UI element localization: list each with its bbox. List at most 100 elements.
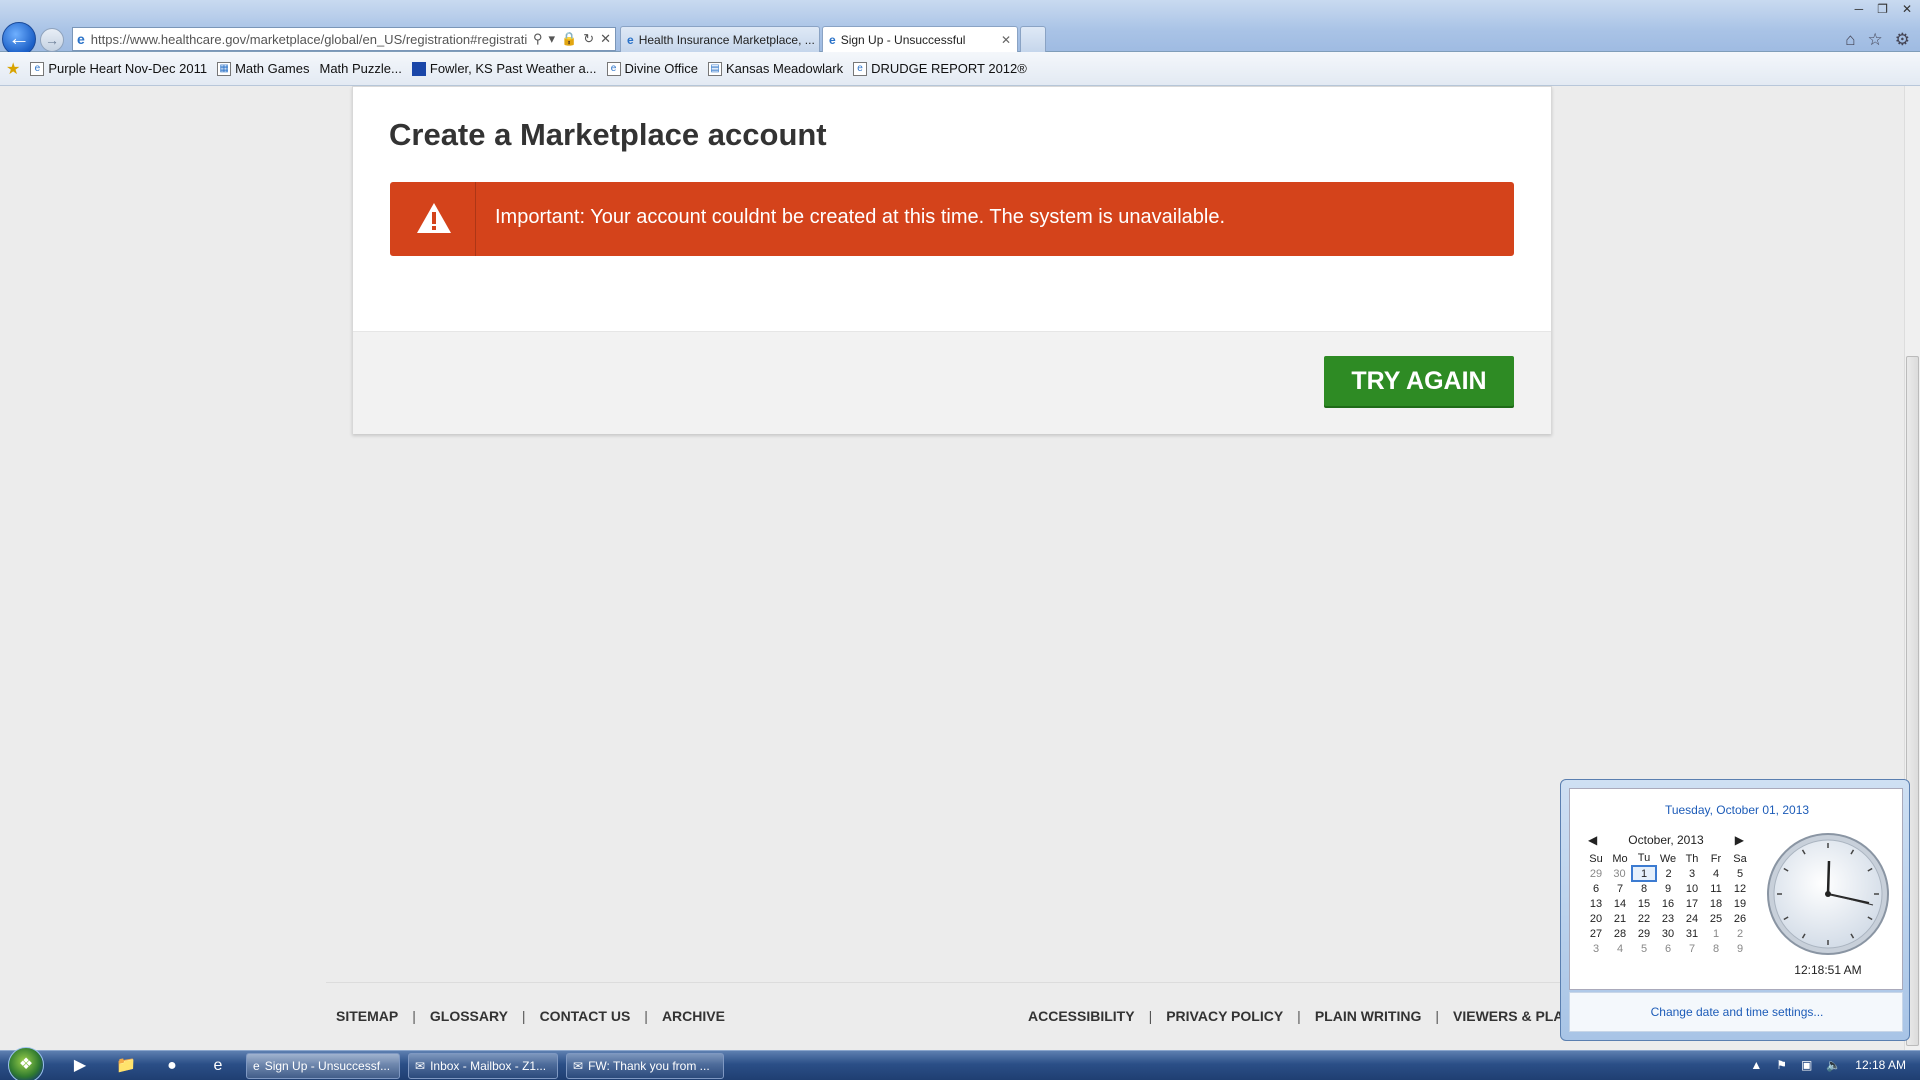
- calendar-day[interactable]: 10: [1680, 881, 1704, 896]
- calendar-day[interactable]: 5: [1728, 866, 1752, 881]
- calendar-day[interactable]: 5: [1632, 941, 1656, 956]
- calendar-day[interactable]: 28: [1608, 926, 1632, 941]
- calendar-day[interactable]: 2: [1656, 866, 1680, 881]
- calendar-day[interactable]: 12: [1728, 881, 1752, 896]
- address-bar[interactable]: e https://www.healthcare.gov/marketplace…: [72, 27, 616, 51]
- calendar-day[interactable]: 1: [1631, 865, 1657, 882]
- forward-button[interactable]: →: [40, 28, 64, 52]
- minimize-icon[interactable]: ─: [1855, 2, 1864, 16]
- favorite-link[interactable]: Fowler, KS Past Weather a...: [411, 61, 597, 76]
- footer-link-accessibility[interactable]: ACCESSIBILITY: [1028, 1008, 1135, 1024]
- favorite-link[interactable]: Math Puzzle...: [320, 61, 402, 76]
- favorite-link[interactable]: e Purple Heart Nov-Dec 2011: [30, 61, 207, 76]
- close-tab-icon[interactable]: ✕: [1001, 33, 1011, 47]
- show-hidden-icons-icon[interactable]: ▲: [1750, 1058, 1762, 1072]
- folder-icon[interactable]: 📁: [114, 1055, 138, 1077]
- refresh-icon[interactable]: ↻: [583, 31, 594, 47]
- calendar-day[interactable]: 3: [1680, 866, 1704, 881]
- task-label: Inbox - Mailbox - Z1...: [430, 1059, 547, 1073]
- calendar-day[interactable]: 22: [1632, 911, 1656, 926]
- calendar-day[interactable]: 16: [1656, 896, 1680, 911]
- change-date-time-link[interactable]: Change date and time settings...: [1570, 1005, 1904, 1019]
- calendar-day[interactable]: 13: [1584, 896, 1608, 911]
- calendar-day[interactable]: 18: [1704, 896, 1728, 911]
- new-tab-button[interactable]: [1020, 26, 1046, 53]
- calendar-day[interactable]: 4: [1608, 941, 1632, 956]
- lock-icon[interactable]: 🔒: [561, 31, 577, 47]
- calendar-day[interactable]: 7: [1608, 881, 1632, 896]
- taskbar-clock[interactable]: 12:18 AM: [1855, 1058, 1906, 1072]
- stop-icon[interactable]: ✕: [600, 31, 611, 47]
- calendar-day[interactable]: 2: [1728, 926, 1752, 941]
- home-icon[interactable]: ⌂: [1845, 30, 1855, 50]
- gear-icon[interactable]: ⚙: [1895, 30, 1910, 50]
- footer-link-contact-us[interactable]: CONTACT US: [540, 1008, 631, 1024]
- url-text[interactable]: https://www.healthcare.gov/marketplace/g…: [91, 32, 527, 47]
- month-label[interactable]: October, 2013: [1628, 833, 1703, 847]
- calendar-day[interactable]: 31: [1680, 926, 1704, 941]
- calendar-day[interactable]: 9: [1656, 881, 1680, 896]
- calendar-day[interactable]: 4: [1704, 866, 1728, 881]
- calendar-day[interactable]: 29: [1584, 866, 1608, 881]
- footer-link-plain-writing[interactable]: PLAIN WRITING: [1315, 1008, 1422, 1024]
- calendar-day[interactable]: 20: [1584, 911, 1608, 926]
- calendar-day[interactable]: 3: [1584, 941, 1608, 956]
- footer-link-sitemap[interactable]: SITEMAP: [336, 1008, 398, 1024]
- calendar-day[interactable]: 6: [1656, 941, 1680, 956]
- tab-health-insurance[interactable]: e Health Insurance Marketplace, ...: [620, 26, 820, 53]
- calendar-day[interactable]: 15: [1632, 896, 1656, 911]
- favorite-label: Math Puzzle...: [319, 61, 402, 76]
- calendar-day[interactable]: 8: [1704, 941, 1728, 956]
- calendar-day[interactable]: 30: [1656, 926, 1680, 941]
- calendar-day[interactable]: 25: [1704, 911, 1728, 926]
- back-button[interactable]: ←: [2, 22, 36, 56]
- dropdown-icon[interactable]: ▾: [548, 31, 555, 47]
- grid-icon: ▦: [217, 61, 232, 76]
- calendar-day[interactable]: 1: [1704, 926, 1728, 941]
- calendar-day[interactable]: 17: [1680, 896, 1704, 911]
- page-icon: e: [30, 61, 45, 76]
- calendar-day[interactable]: 8: [1632, 881, 1656, 896]
- internet-explorer-icon[interactable]: e: [206, 1055, 230, 1077]
- footer-link-archive[interactable]: ARCHIVE: [662, 1008, 725, 1024]
- media-player-icon[interactable]: ▶: [68, 1055, 92, 1077]
- search-icon[interactable]: ⚲: [533, 31, 543, 47]
- prev-month-icon[interactable]: ◀: [1588, 833, 1597, 847]
- try-again-button[interactable]: TRY AGAIN: [1324, 356, 1514, 406]
- taskbar-item-sign-up[interactable]: e Sign Up - Unsuccessf...: [246, 1053, 400, 1079]
- calendar-day[interactable]: 24: [1680, 911, 1704, 926]
- calendar-day[interactable]: 30: [1608, 866, 1632, 881]
- network-icon[interactable]: ▣: [1801, 1058, 1812, 1072]
- calendar-day[interactable]: 19: [1728, 896, 1752, 911]
- calendar-day[interactable]: 11: [1704, 881, 1728, 896]
- favorites-star-icon[interactable]: ★: [6, 59, 20, 79]
- calendar-day[interactable]: 27: [1584, 926, 1608, 941]
- taskbar-item-inbox[interactable]: ✉ Inbox - Mailbox - Z1...: [408, 1053, 558, 1079]
- next-month-icon[interactable]: ▶: [1735, 833, 1744, 847]
- favorite-link[interactable]: ▦ Math Games: [217, 61, 310, 76]
- favorite-link[interactable]: e Divine Office: [606, 61, 698, 76]
- calendar-day[interactable]: 21: [1608, 911, 1632, 926]
- favorite-link[interactable]: ▤ Kansas Meadowlark: [708, 61, 843, 76]
- restore-icon[interactable]: ❐: [1877, 2, 1888, 16]
- favorite-link[interactable]: e DRUDGE REPORT 2012®: [853, 61, 1027, 76]
- start-button[interactable]: ❖: [8, 1047, 44, 1080]
- calendar-day[interactable]: 29: [1632, 926, 1656, 941]
- footer-link-glossary[interactable]: GLOSSARY: [430, 1008, 508, 1024]
- firefox-icon[interactable]: ●: [160, 1055, 184, 1077]
- close-window-icon[interactable]: ✕: [1902, 2, 1912, 16]
- volume-icon[interactable]: 🔈: [1826, 1058, 1841, 1072]
- taskbar-item-fw-email[interactable]: ✉ FW: Thank you from ...: [566, 1053, 724, 1079]
- favorites-star-icon[interactable]: ☆: [1868, 30, 1883, 50]
- calendar-day[interactable]: 26: [1728, 911, 1752, 926]
- envelope-icon: ✉: [573, 1059, 584, 1073]
- full-date-link[interactable]: Tuesday, October 01, 2013: [1570, 803, 1904, 817]
- calendar-day[interactable]: 6: [1584, 881, 1608, 896]
- tab-sign-up[interactable]: e Sign Up - Unsuccessful ✕: [822, 26, 1018, 53]
- calendar-day[interactable]: 9: [1728, 941, 1752, 956]
- calendar-day[interactable]: 14: [1608, 896, 1632, 911]
- calendar-day[interactable]: 7: [1680, 941, 1704, 956]
- calendar-day[interactable]: 23: [1656, 911, 1680, 926]
- footer-link-privacy-policy[interactable]: PRIVACY POLICY: [1166, 1008, 1283, 1024]
- flag-icon[interactable]: ⚑: [1776, 1058, 1787, 1072]
